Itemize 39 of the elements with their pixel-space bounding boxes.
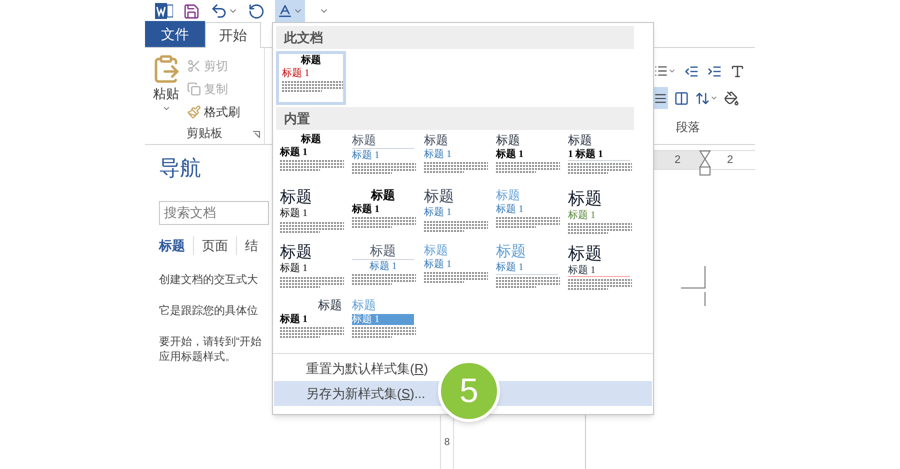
group-label: 段落 (675, 119, 701, 136)
scissors-icon (187, 59, 201, 73)
ribbon-tab[interactable]: 文件 (145, 21, 205, 47)
caret-icon[interactable] (710, 94, 718, 102)
section-header: 此文档 (276, 26, 634, 49)
design-button[interactable] (275, 0, 305, 22)
line-spacing-icon[interactable] (695, 90, 710, 106)
style-thumbnail[interactable]: 标题 标题 1 (276, 51, 346, 105)
list-icon[interactable] (654, 64, 668, 78)
caret-icon[interactable] (668, 67, 676, 75)
help-text: 它是跟踪您的具体位 (159, 304, 259, 318)
ruler: 2 2 (650, 150, 755, 170)
indent-marker-icon[interactable] (699, 150, 711, 176)
justify-icon (654, 92, 666, 104)
nav-tab[interactable]: 页面 (202, 236, 237, 256)
app-icon (155, 3, 173, 19)
group-label: 剪贴板 (186, 125, 222, 142)
help-text: 应用标题样式。 (159, 350, 237, 364)
page-corner-mark-icon (681, 266, 707, 306)
paintbrush-icon (187, 105, 201, 119)
help-text: 要开始，请转到“开始 (159, 334, 263, 350)
increase-indent-icon[interactable] (707, 64, 722, 78)
shading-icon[interactable] (724, 90, 739, 106)
nav-tab[interactable]: 结 (245, 236, 266, 256)
decrease-indent-icon[interactable] (684, 64, 699, 78)
dialog-launcher-icon[interactable] (253, 131, 260, 138)
search-field[interactable]: 搜索文档 (159, 200, 269, 224)
help-text: 创建文档的交互式大 (159, 272, 259, 288)
redo-icon[interactable] (248, 2, 265, 20)
copy-icon (187, 82, 201, 96)
nav-tab[interactable]: 标题 (159, 236, 194, 256)
font-style-icon (277, 3, 293, 19)
clipboard-action[interactable]: 格式刷 (187, 102, 240, 122)
save-icon[interactable] (183, 2, 200, 20)
section-header: 内置 (276, 107, 634, 130)
pane-title: 导航 (159, 156, 202, 182)
paste-button[interactable]: 粘贴 (145, 54, 187, 122)
ribbon-tab[interactable]: 开始 (205, 22, 261, 48)
undo-icon[interactable] (210, 2, 228, 20)
